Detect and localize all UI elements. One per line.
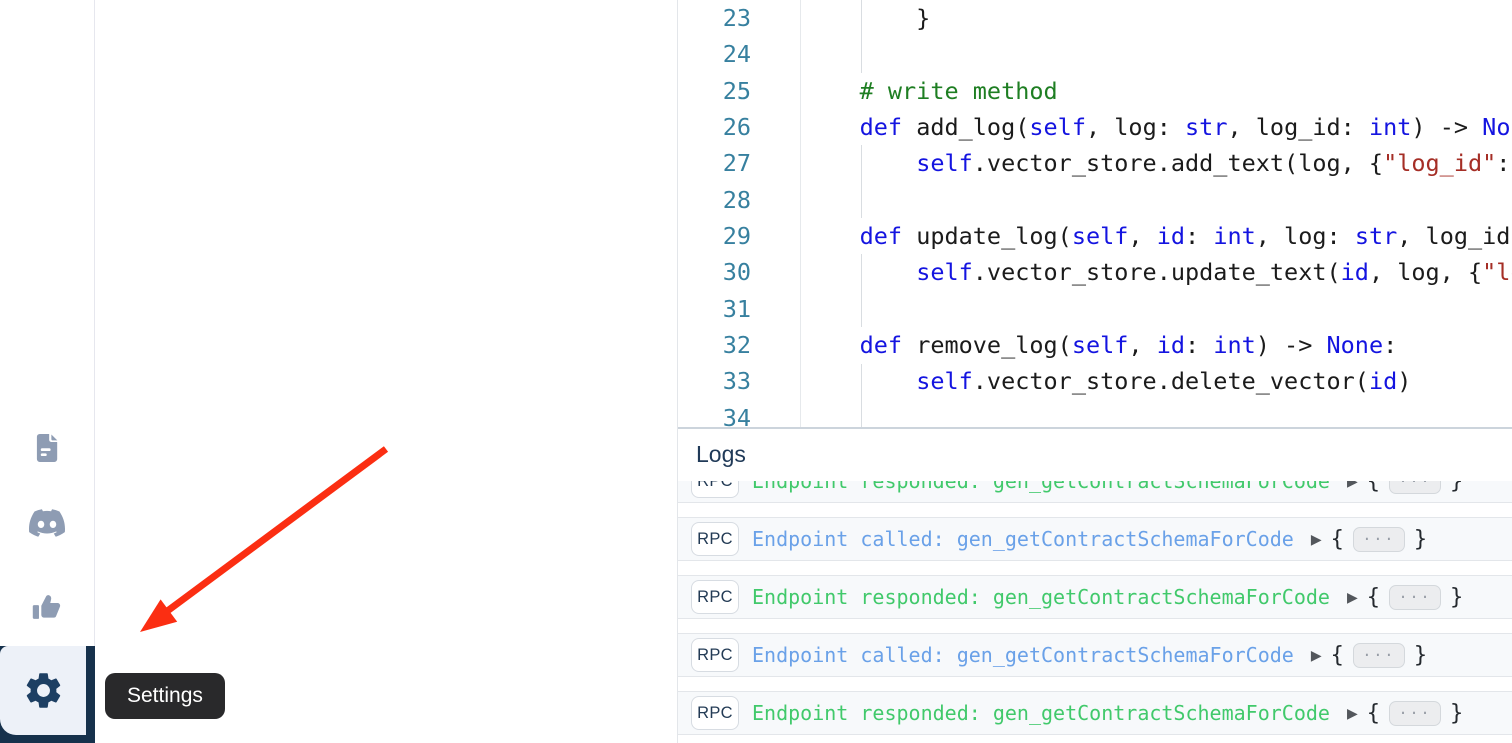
sidebar-item-settings[interactable] <box>0 646 95 743</box>
sidebar <box>0 0 95 743</box>
indent-guide <box>861 0 862 73</box>
editor-and-logs-panel: 232425262728293031323334 } # write metho… <box>677 0 1512 743</box>
rpc-badge: RPC <box>691 481 739 498</box>
collapsed-object-dots[interactable]: ··· <box>1389 585 1441 610</box>
line-number: 29 <box>678 218 800 254</box>
line-number: 27 <box>678 145 800 181</box>
code-editor[interactable]: 232425262728293031323334 } # write metho… <box>678 0 1512 427</box>
expand-triangle-icon[interactable]: ▶ <box>1311 531 1322 548</box>
line-number: 30 <box>678 254 800 290</box>
settings-active-panel[interactable] <box>0 646 86 735</box>
sidebar-item-feedback[interactable] <box>0 575 94 639</box>
line-number: 23 <box>678 0 800 36</box>
open-brace: { <box>1367 481 1380 494</box>
expand-triangle-icon[interactable]: ▶ <box>1347 481 1358 490</box>
line-number: 32 <box>678 327 800 363</box>
close-brace: } <box>1414 527 1427 552</box>
close-brace: } <box>1450 701 1463 726</box>
log-expander[interactable]: ▶ { ···} <box>1347 585 1463 610</box>
close-brace: } <box>1450 585 1463 610</box>
line-number: 26 <box>678 109 800 145</box>
code-line: def add_log(self, log: str, log_id: int)… <box>803 109 1512 145</box>
log-message: Endpoint responded: gen_getContractSchem… <box>752 481 1330 493</box>
log-message: Endpoint called: gen_getContractSchemaFo… <box>752 527 1294 551</box>
line-number: 25 <box>678 73 800 109</box>
code-line: self.vector_store.delete_vector(id) <box>803 363 1512 399</box>
indent-guide <box>861 145 862 218</box>
logs-panel: Logs RPC Endpoint responded: gen_getContr… <box>678 427 1512 743</box>
sidebar-item-docs[interactable] <box>0 415 94 479</box>
log-row: RPC Endpoint called: gen_getContractSchem… <box>678 633 1512 677</box>
code-line: def remove_log(self, id: int) -> None: <box>803 327 1512 363</box>
rpc-badge: RPC <box>691 522 739 556</box>
rpc-badge: RPC <box>691 580 739 614</box>
code-line: # write method <box>803 73 1512 109</box>
open-brace: { <box>1367 585 1380 610</box>
log-expander[interactable]: ▶ { ···} <box>1311 527 1427 552</box>
line-number: 24 <box>678 36 800 72</box>
logs-panel-title: Logs <box>696 441 746 468</box>
close-brace: } <box>1414 643 1427 668</box>
log-row: RPC Endpoint responded: gen_getContractSc… <box>678 481 1512 503</box>
discord-icon <box>29 505 65 541</box>
indent-guide <box>861 254 862 327</box>
log-message: Endpoint called: gen_getContractSchemaFo… <box>752 643 1294 667</box>
open-brace: { <box>1367 701 1380 726</box>
settings-gear-icon <box>22 669 65 712</box>
line-number: 33 <box>678 363 800 399</box>
document-icon <box>32 432 63 463</box>
code-lines: } # write method def add_log(self, log: … <box>803 0 1512 427</box>
line-number: 28 <box>678 182 800 218</box>
collapsed-object-dots[interactable]: ··· <box>1353 527 1405 552</box>
code-line <box>803 182 1512 218</box>
code-line <box>803 291 1512 327</box>
sidebar-item-discord[interactable] <box>0 491 94 555</box>
code-line <box>803 36 1512 72</box>
log-row: RPC Endpoint called: gen_getContractSchem… <box>678 517 1512 561</box>
settings-tooltip: Settings <box>105 673 225 719</box>
log-expander[interactable]: ▶ { ···} <box>1347 701 1463 726</box>
log-row: RPC Endpoint responded: gen_getContractSc… <box>678 575 1512 619</box>
collapsed-object-dots[interactable]: ··· <box>1389 481 1441 494</box>
close-brace: } <box>1450 481 1463 494</box>
code-line <box>803 400 1512 427</box>
app-root: Settings 232425262728293031323334 } # wr… <box>0 0 1512 743</box>
expand-triangle-icon[interactable]: ▶ <box>1311 647 1322 664</box>
expand-triangle-icon[interactable]: ▶ <box>1347 589 1358 606</box>
log-message: Endpoint responded: gen_getContractSchem… <box>752 585 1330 609</box>
indent-guide <box>861 364 862 428</box>
log-row: RPC Endpoint responded: gen_getContractSc… <box>678 691 1512 735</box>
code-line: def update_log(self, id: int, log: str, … <box>803 218 1512 254</box>
logs-list: RPC Endpoint responded: gen_getContractSc… <box>678 481 1512 743</box>
log-message: Endpoint responded: gen_getContractSchem… <box>752 701 1330 725</box>
code-line: self.vector_store.update_text(id, log, {… <box>803 254 1512 290</box>
line-number: 31 <box>678 291 800 327</box>
collapsed-object-dots[interactable]: ··· <box>1389 701 1441 726</box>
code-line: } <box>803 0 1512 36</box>
rpc-badge: RPC <box>691 696 739 730</box>
line-number: 34 <box>678 400 800 427</box>
expand-triangle-icon[interactable]: ▶ <box>1347 705 1358 722</box>
rpc-badge: RPC <box>691 638 739 672</box>
code-line: self.vector_store.add_text(log, {"log_id… <box>803 145 1512 181</box>
open-brace: { <box>1331 527 1344 552</box>
line-number-gutter: 232425262728293031323334 <box>678 0 801 427</box>
log-expander[interactable]: ▶ { ···} <box>1311 643 1427 668</box>
log-expander[interactable]: ▶ { ···} <box>1347 481 1463 494</box>
thumbs-up-icon <box>31 591 64 624</box>
collapsed-object-dots[interactable]: ··· <box>1353 643 1405 668</box>
open-brace: { <box>1331 643 1344 668</box>
